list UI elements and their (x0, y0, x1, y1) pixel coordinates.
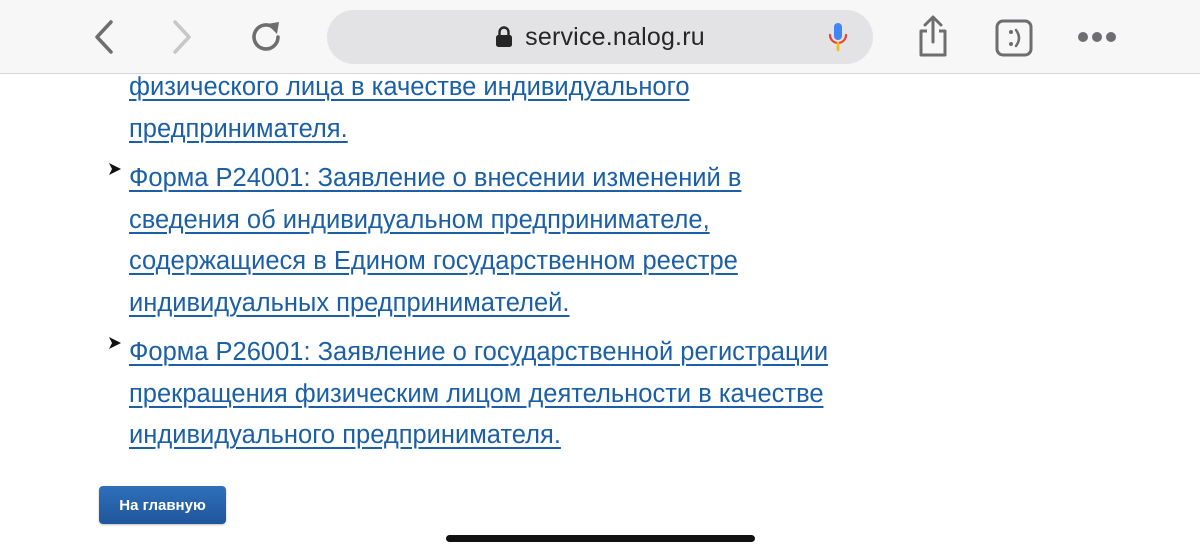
share-button[interactable] (912, 12, 954, 60)
browser-toolbar: service.nalog.ru (0, 0, 1200, 74)
reload-button[interactable] (244, 14, 288, 60)
link-line: Форма Р24001: Заявление о внесении измен… (129, 164, 742, 192)
page-content: физического лица в качестве индивидуальн… (0, 73, 1200, 555)
bullet-arrow-icon (109, 163, 121, 175)
microphone-icon[interactable] (827, 21, 849, 53)
form-link-r24001[interactable]: Форма Р24001: Заявление о внесении измен… (129, 158, 741, 324)
link-line: индивидуальных предпринимателей. (129, 288, 570, 317)
reader-icon (995, 19, 1033, 57)
chevron-left-icon (95, 20, 113, 54)
url-text: service.nalog.ru (525, 22, 705, 51)
home-indicator (446, 535, 755, 542)
link-line: физического лица в качестве индивидуальн… (129, 73, 690, 101)
link-line: предпринимателя. (129, 114, 348, 143)
more-button[interactable] (1076, 24, 1118, 50)
back-button[interactable] (86, 14, 122, 60)
forward-button[interactable] (164, 14, 200, 60)
link-line: индивидуального предпринимателя. (129, 421, 561, 449)
home-button[interactable]: На главную (99, 486, 226, 524)
bullet-arrow-icon (109, 337, 121, 349)
reload-icon (252, 22, 280, 51)
share-icon (919, 15, 947, 57)
link-line: прекращения физическим лицом деятельност… (129, 379, 824, 408)
lock-icon (496, 26, 513, 47)
link-line: сведения об индивидуальном предпринимате… (129, 205, 710, 234)
chevron-right-icon (173, 20, 191, 54)
address-bar-content: service.nalog.ru (327, 10, 873, 64)
reader-button[interactable] (994, 18, 1034, 58)
form-link-r26001[interactable]: Форма Р26001: Заявление о государственно… (129, 332, 828, 457)
link-line: содержащиеся в Едином государственном ре… (129, 247, 738, 275)
address-bar[interactable]: service.nalog.ru (327, 10, 873, 64)
link-line: Форма Р26001: Заявление о государственно… (129, 338, 829, 366)
more-icon (1078, 32, 1116, 42)
form-link-continued[interactable]: физического лица в качестве индивидуальн… (129, 67, 690, 150)
